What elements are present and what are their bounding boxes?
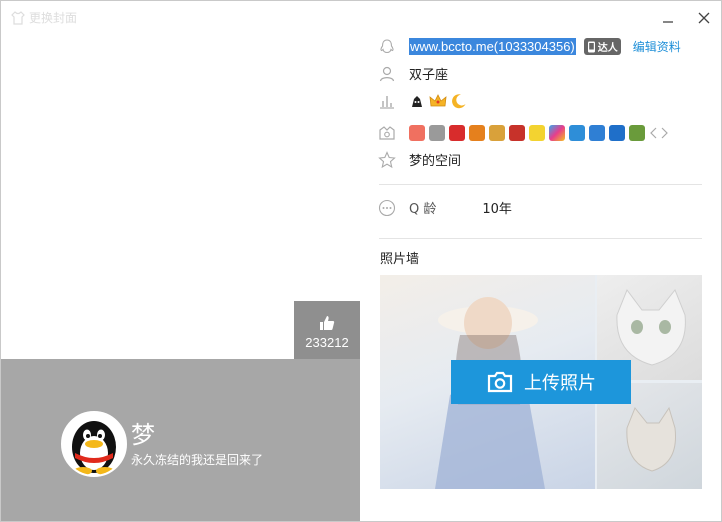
fire-badge-icon[interactable] [509, 124, 525, 141]
penguin-avatar-icon [63, 413, 125, 475]
shirt-icon [11, 10, 25, 25]
nickname: 梦 [131, 421, 155, 449]
upload-photo-label: 上传照片 [524, 373, 596, 394]
divider-2 [379, 238, 702, 239]
star-badge-icon[interactable] [529, 124, 545, 141]
shield-badge-icon[interactable] [609, 124, 625, 141]
daren-badge[interactable]: 达人 [583, 38, 621, 55]
photo-wall-title: 照片墙 [380, 252, 420, 267]
change-cover-label: 更换封面 [29, 11, 78, 25]
daren-label: 达人 [597, 43, 618, 54]
divider-1 [379, 184, 702, 185]
minimize-icon [663, 21, 673, 23]
gem-badge-icon[interactable] [449, 124, 465, 141]
space-row[interactable]: 梦的空间 [377, 146, 702, 173]
diamond-badge-icon[interactable] [429, 124, 445, 141]
heart-badge-icon[interactable] [409, 124, 425, 141]
close-icon [698, 12, 710, 24]
cover-panel: 更换封面 233212 梦 永久冻结的我还是回来了 [1, 1, 360, 521]
chevron-left-icon[interactable] [649, 127, 659, 139]
like-count: 233212 [305, 335, 349, 350]
more-dots-icon [378, 199, 396, 216]
app-badge-icon[interactable] [549, 124, 565, 141]
signature[interactable]: 永久冻结的我还是回来了 [131, 451, 263, 468]
music-badge-icon[interactable] [469, 124, 485, 141]
avatar[interactable] [61, 411, 127, 477]
camera-icon [487, 371, 513, 393]
photo-wall: 上传照片 [380, 275, 702, 489]
change-cover-button[interactable]: 更换封面 [11, 9, 77, 26]
crown-icon [429, 93, 447, 106]
chevron-right-icon[interactable] [659, 127, 669, 139]
level-row [377, 87, 702, 114]
q-age-row: Q 龄 10年 [377, 194, 512, 221]
qq-icon [380, 38, 394, 53]
like-button[interactable]: 233212 [294, 301, 360, 359]
qzone-link[interactable]: 梦的空间 [409, 150, 461, 169]
zodiac-row: 双子座 [377, 60, 702, 87]
profile-info: www.bccto.me(1033304356) 达人 编辑资料 双子座 梦的空… [377, 31, 702, 173]
q-age-value: 10年 [482, 202, 512, 217]
badge-icon [379, 125, 395, 140]
close-button[interactable] [698, 11, 710, 27]
q-age-label: Q 龄 [409, 202, 437, 217]
sword-badge-icon[interactable] [489, 124, 505, 141]
phone-icon [587, 41, 595, 52]
minimize-button[interactable] [662, 11, 674, 27]
level-sun-icon [412, 95, 422, 107]
level-chart-icon [380, 95, 394, 109]
star-icon [378, 150, 396, 168]
edit-profile-link[interactable]: 编辑资料 [633, 38, 681, 55]
mail-badge-icon[interactable] [589, 124, 605, 141]
camera-badge-icon[interactable] [569, 124, 585, 141]
thumbs-up-icon [320, 316, 335, 330]
profile-window: 更换封面 233212 梦 永久冻结的我还是回来了 www.bccto.me(1… [0, 0, 722, 522]
badges-row [377, 119, 702, 146]
qq-id[interactable]: www.bccto.me(1033304356) [409, 38, 576, 55]
qq-row: www.bccto.me(1033304356) 达人 编辑资料 [377, 33, 702, 60]
plant-badge-icon[interactable] [629, 124, 645, 141]
person-icon [379, 66, 395, 81]
upload-photo-button[interactable]: 上传照片 [451, 360, 631, 404]
cover-bottom-band [1, 359, 360, 521]
moon-icon [452, 93, 466, 108]
zodiac: 双子座 [409, 68, 449, 83]
